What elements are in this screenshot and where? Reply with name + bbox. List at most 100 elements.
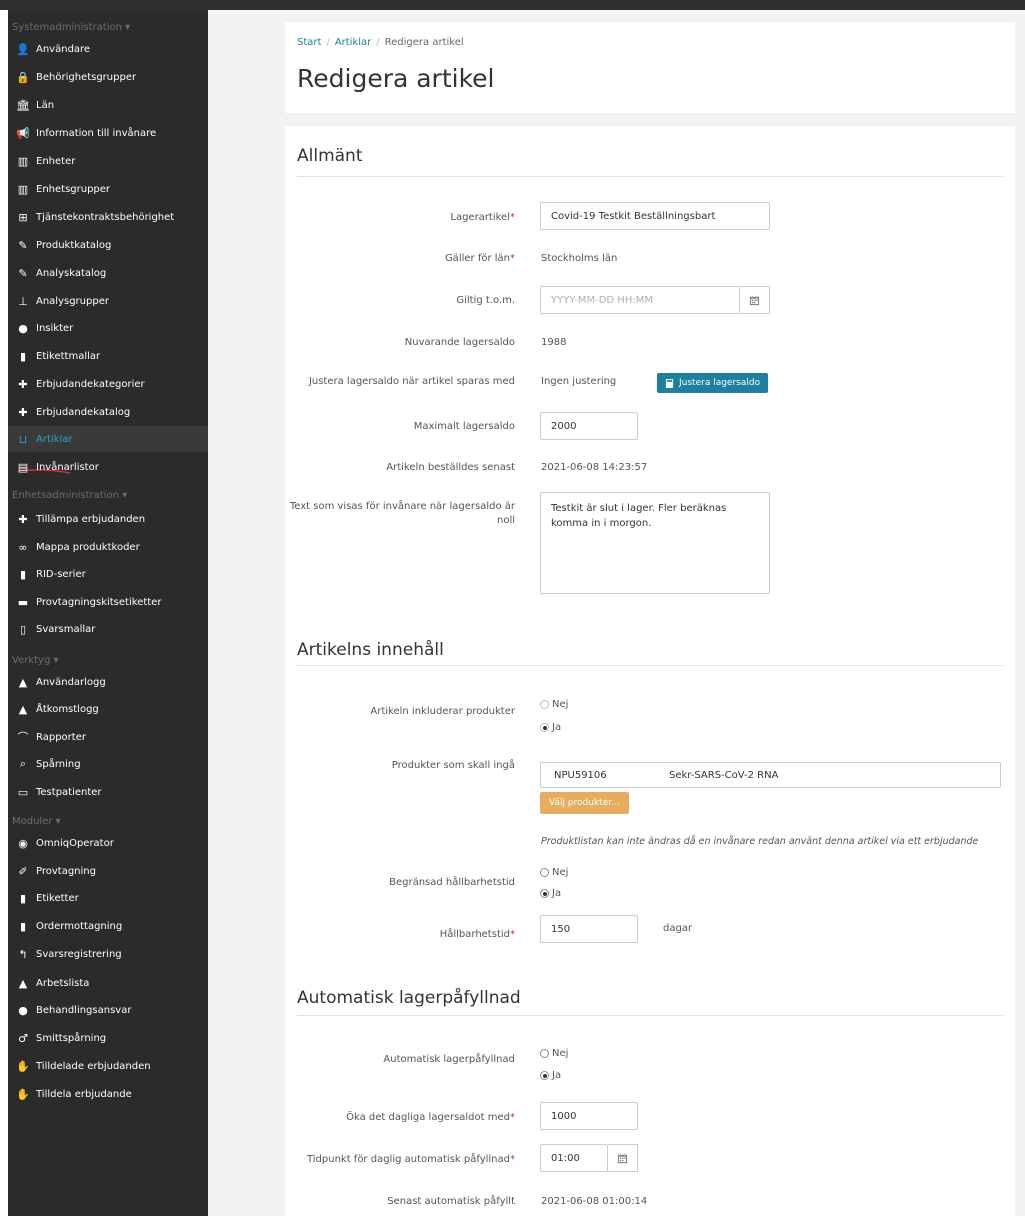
sidebar-item-erbjudandekategorier[interactable]: ✚ Erbjudandekategorier <box>8 371 208 397</box>
sidebar-item-testpatienter[interactable]: ▭ Testpatienter <box>8 779 208 805</box>
sidebar-item-etikettmallar[interactable]: ▮ Etikettmallar <box>8 343 208 369</box>
sidebar-item-svarsregistrering[interactable]: ↰ Svarsregistrering <box>8 941 208 967</box>
file-icon: ▯ <box>19 622 27 636</box>
refill-time-input[interactable]: 01:00 <box>540 1144 608 1172</box>
page-title: Redigera artikel <box>297 64 495 93</box>
shelf-life-unit: dagar <box>663 923 693 934</box>
sidebar-item-arbetslista[interactable]: ▲ Arbetslista <box>8 970 208 996</box>
sidebar-item-användare[interactable]: 👤 Användare <box>8 36 208 62</box>
gift-icon: ✚ <box>18 405 28 419</box>
product-list-note: Produktlistan kan inte ändras då en invå… <box>541 836 979 847</box>
log-icon: ▲ <box>18 675 28 689</box>
sidebar-section-enhetsadministration[interactable]: Enhetsadministration ▾ <box>12 490 127 501</box>
sidebar-item-label: Information till invånare <box>36 127 157 139</box>
sidebar-item-tilldelade-erbjudanden[interactable]: ✋ Tilldelade erbjudanden <box>8 1053 208 1079</box>
sidebar-item-enhetsgrupper[interactable]: ▥ Enhetsgrupper <box>8 176 208 202</box>
sidebar-item-svarsmallar[interactable]: ▯ Svarsmallar <box>8 616 208 642</box>
sidebar-section-moduler[interactable]: Moduler ▾ <box>12 816 61 827</box>
flask-group-icon: ⊥ <box>18 294 28 308</box>
max-stock-input[interactable]: 2000 <box>540 412 638 440</box>
sidebar-item-label: Etikettmallar <box>36 350 101 362</box>
zero-stock-text-textarea[interactable]: Testkit är slut i lager. Fler beräknas k… <box>540 492 770 594</box>
auto-refill-yes-radio[interactable]: Ja <box>540 1070 561 1081</box>
product-code: NPU59106 <box>554 769 607 781</box>
sidebar-item-provtagningskitsetiketter[interactable]: ▬ Provtagningskitsetiketter <box>8 589 208 615</box>
id-card-icon: ▭ <box>17 785 29 799</box>
sidebar-item-label: Analysgrupper <box>36 295 109 307</box>
sidebar-item-omniqoperator[interactable]: ◉ OmniqOperator <box>8 830 208 856</box>
section-title-general: Allmänt <box>297 146 363 166</box>
sidebar-item-invånarlistor[interactable]: ▤ Invånarlistor <box>8 454 208 480</box>
sidebar-item-rapporter[interactable]: ⌒ Rapporter <box>8 724 208 750</box>
sidebar-item-label: Åtkomstlogg <box>36 703 99 715</box>
sidebar-item-mappa-produktkoder[interactable]: ∞ Mappa produktkoder <box>8 534 208 560</box>
sidebar-item-tjänstekontraktsbehörighet[interactable]: ⊞ Tjänstekontraktsbehörighet <box>8 204 208 230</box>
sidebar-item-erbjudandekatalog[interactable]: ✚ Erbjudandekatalog <box>8 399 208 425</box>
includes-products-no-radio[interactable]: Nej <box>540 699 568 710</box>
choose-products-button[interactable]: Välj produkter... <box>540 792 629 814</box>
sidebar-item-åtkomstlogg[interactable]: ▲ Åtkomstlogg <box>8 696 208 722</box>
limited-shelf-life-no-radio[interactable]: Nej <box>540 867 568 878</box>
sidebar-item-produktkatalog[interactable]: ✎ Produktkatalog <box>8 232 208 258</box>
shelf-life-input[interactable]: 150 <box>540 915 638 943</box>
sidebar-item-enheter[interactable]: ▥ Enheter <box>8 148 208 174</box>
warning-icon: ▲ <box>18 976 28 990</box>
tag-icon: ▬ <box>17 595 29 609</box>
sidebar-item-information-till-invånare[interactable]: 📢 Information till invånare <box>8 120 208 146</box>
includes-products-label: Artikeln inkluderar produkter <box>370 706 515 717</box>
daily-increase-input[interactable]: 1000 <box>540 1102 638 1130</box>
adjust-stock-button[interactable]: Justera lagersaldo <box>657 373 769 393</box>
sidebar-item-label: Svarsregistrering <box>36 948 122 960</box>
sidebar-item-provtagning[interactable]: ✐ Provtagning <box>8 858 208 884</box>
calculator-icon <box>665 378 674 388</box>
sidebar-item-label: Smittspårning <box>36 1032 107 1044</box>
sidebar-item-län[interactable]: 🏛 Län <box>8 92 208 118</box>
sidebar-item-label: Behandlingsansvar <box>36 1004 132 1016</box>
sidebar-section-verktyg[interactable]: Verktyg ▾ <box>12 655 59 666</box>
stock-article-label: Lagerartikel* <box>450 212 515 223</box>
sidebar-item-artiklar[interactable]: ⊔ Artiklar <box>8 426 208 452</box>
breadcrumb-start-link[interactable]: Start <box>297 37 321 48</box>
sidebar-item-label: Etiketter <box>36 892 79 904</box>
sidebar-section-systemadministration[interactable]: Systemadministration ▾ <box>12 22 130 33</box>
product-list-item: NPU59106 Sekr-SARS-CoV-2 RNA <box>540 762 1001 788</box>
sidebar-item-label: Län <box>36 99 55 111</box>
last-ordered-label: Artikeln beställdes senast <box>386 462 515 473</box>
sidebar-item-analysgrupper[interactable]: ⊥ Analysgrupper <box>8 288 208 314</box>
operator-icon: ◉ <box>18 836 28 850</box>
sidebar-item-analyskatalog[interactable]: ✎ Analyskatalog <box>8 260 208 286</box>
sidebar-item-tilldela-erbjudande[interactable]: ✋ Tilldela erbjudande <box>8 1081 208 1107</box>
sidebar-item-etiketter[interactable]: ▮ Etiketter <box>8 885 208 911</box>
sidebar: Systemadministration ▾ Enhetsadministrat… <box>8 10 208 1216</box>
limited-shelf-life-yes-radio[interactable]: Ja <box>540 888 561 899</box>
sidebar-item-rid-serier[interactable]: ▮ RID-serier <box>8 561 208 587</box>
sidebar-item-insikter[interactable]: ● Insikter <box>8 315 208 341</box>
valid-until-input[interactable]: YYYY-MM-DD HH:MM <box>540 286 740 314</box>
calendar-icon[interactable] <box>740 286 770 314</box>
includes-products-yes-radio[interactable]: Ja <box>540 722 561 733</box>
current-stock-label: Nuvarande lagersaldo <box>404 337 515 348</box>
sidebar-item-behandlingsansvar[interactable]: ● Behandlingsansvar <box>8 997 208 1023</box>
stock-article-input[interactable]: Covid-19 Testkit Beställningsbart <box>540 202 770 230</box>
breadcrumb-articles-link[interactable]: Artiklar <box>335 37 371 48</box>
sidebar-item-behörighetsgrupper[interactable]: 🔒 Behörighetsgrupper <box>8 64 208 90</box>
clock-calendar-icon[interactable] <box>608 1144 638 1172</box>
sidebar-item-användarlogg[interactable]: ▲ Användarlogg <box>8 669 208 695</box>
refill-time-label: Tidpunkt för daglig automatisk påfyllnad… <box>306 1154 515 1165</box>
sidebar-item-tillämpa-erbjudanden[interactable]: ✚ Tillämpa erbjudanden <box>8 506 208 532</box>
limited-shelf-life-label: Begränsad hållbarhetstid <box>389 877 515 888</box>
sidebar-item-ordermottagning[interactable]: ▮ Ordermottagning <box>8 913 208 939</box>
sidebar-item-spårning[interactable]: ⌕ Spårning <box>8 751 208 777</box>
sidebar-item-label: Svarsmallar <box>36 623 96 635</box>
sidebar-item-label: Tilldela erbjudande <box>36 1088 132 1100</box>
adjust-stock-value: Ingen justering <box>541 376 617 387</box>
breadcrumb-separator: / <box>326 37 330 48</box>
barcode-icon: ▮ <box>19 349 27 363</box>
auto-refill-no-radio[interactable]: Nej <box>540 1048 568 1059</box>
sidebar-item-label: Användare <box>36 43 91 55</box>
sidebar-item-label: Provtagning <box>36 865 96 877</box>
sidebar-item-smittspårning[interactable]: ♂ Smittspårning <box>8 1025 208 1051</box>
shelf-life-label: Hållbarhetstid* <box>439 929 515 940</box>
page-header-card: Start / Artiklar / Redigera artikel Redigera… <box>285 22 1015 113</box>
sidebar-item-label: Rapporter <box>36 731 86 743</box>
